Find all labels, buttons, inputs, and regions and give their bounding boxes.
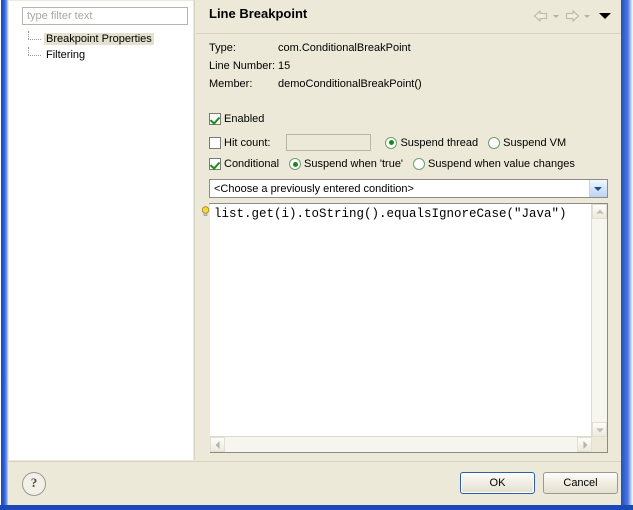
background-window-left-border (1, 0, 8, 510)
previous-condition-value: <Choose a previously entered condition> (214, 182, 414, 195)
scroll-left-button[interactable] (210, 437, 225, 452)
forward-arrow-icon[interactable] (563, 8, 581, 24)
condition-editor: list.get(i).toString().equalsIgnoreCase(… (201, 203, 608, 454)
chevron-right-icon (582, 440, 587, 449)
hit-count-input[interactable] (286, 134, 372, 151)
type-value: com.ConditionalBreakPoint (278, 42, 411, 54)
background-window-right-border (620, 0, 633, 510)
help-icon[interactable]: ? (22, 472, 46, 496)
code-text-area[interactable]: list.get(i).toString().equalsIgnoreCase(… (210, 204, 592, 437)
cancel-button[interactable]: Cancel (543, 472, 618, 494)
tree-line-horizontal (28, 55, 41, 57)
sidebar-item-label: Breakpoint Properties (44, 33, 154, 45)
chevron-left-icon (215, 440, 220, 449)
hit-count-row: Hit count: Suspend thread Suspend VM (209, 134, 576, 151)
background-window-bottom-border (0, 505, 633, 510)
title-separator (196, 33, 621, 34)
tree-line-horizontal (28, 39, 41, 41)
back-arrow-icon[interactable] (532, 8, 550, 24)
editor-horizontal-scrollbar[interactable] (210, 436, 592, 452)
scroll-right-button[interactable] (577, 437, 592, 452)
tree-line-vertical (28, 47, 30, 55)
tree-line-vertical (28, 31, 30, 39)
suspend-thread-label: Suspend thread (400, 136, 479, 149)
suspend-when-true-label: Suspend when 'true' (304, 158, 404, 170)
condition-code: list.get(i).toString().equalsIgnoreCase(… (214, 207, 567, 221)
conditional-checkbox[interactable] (209, 158, 221, 170)
suspend-vm-radio[interactable] (488, 136, 501, 149)
line-number-value: 15 (278, 60, 291, 72)
suspend-thread-radio[interactable] (385, 136, 398, 149)
scroll-down-button[interactable] (592, 422, 607, 437)
suspend-on-change-label: Suspend when value changes (428, 158, 575, 170)
sidebar-item-label: Filtering (46, 49, 86, 61)
settings-tree-panel: Breakpoint Properties Filtering (9, 1, 193, 460)
hit-count-checkbox[interactable] (209, 136, 221, 149)
suspend-vm-label: Suspend VM (503, 136, 567, 149)
filter-input[interactable] (22, 7, 188, 25)
member-value: demoConditionalBreakPoint() (278, 78, 422, 90)
lightbulb-icon[interactable] (201, 206, 210, 217)
member-label: Member: (209, 78, 253, 90)
scroll-up-button[interactable] (592, 204, 607, 219)
back-dropdown-icon[interactable] (552, 8, 561, 24)
previous-condition-combo[interactable]: <Choose a previously entered condition> (209, 179, 608, 198)
suspend-when-true-radio[interactable] (289, 158, 302, 170)
enabled-label: Enabled (224, 113, 265, 125)
hit-count-label: Hit count: (224, 136, 271, 149)
enabled-row: Enabled (209, 113, 274, 125)
editor-vertical-scrollbar[interactable] (591, 204, 607, 437)
scrollbar-corner (592, 437, 607, 452)
editor-gutter (201, 204, 210, 454)
ok-button[interactable]: OK (460, 472, 535, 494)
sidebar-item-filtering[interactable]: Filtering (22, 47, 190, 63)
enabled-checkbox[interactable] (209, 113, 221, 125)
type-label: Type: (209, 42, 236, 54)
page-title: Line Breakpoint (209, 6, 308, 21)
conditional-row: Conditional Suspend when 'true' Suspend … (209, 158, 585, 170)
panel-divider (194, 0, 195, 460)
combo-chevron-down-icon[interactable] (589, 180, 607, 197)
conditional-label: Conditional (224, 158, 280, 170)
chevron-down-icon (595, 427, 604, 432)
navigation-icons (532, 7, 613, 25)
sidebar-item-breakpoint-properties[interactable]: Breakpoint Properties (22, 31, 190, 47)
settings-tree: Breakpoint Properties Filtering (22, 31, 190, 63)
breakpoint-properties-dialog: Breakpoint Properties Filtering Line Bre… (8, 0, 621, 505)
dialog-footer: ? OK Cancel (8, 462, 621, 505)
forward-dropdown-icon[interactable] (583, 8, 592, 24)
line-number-label: Line Number: (209, 60, 276, 72)
suspend-on-change-radio[interactable] (413, 158, 426, 170)
screen: Breakpoint Properties Filtering Line Bre… (0, 0, 633, 510)
chevron-up-icon (595, 209, 604, 214)
chevron-down-icon[interactable] (597, 8, 613, 24)
properties-pane: Line Breakpoint Type: com.ConditionalBre… (196, 0, 621, 460)
